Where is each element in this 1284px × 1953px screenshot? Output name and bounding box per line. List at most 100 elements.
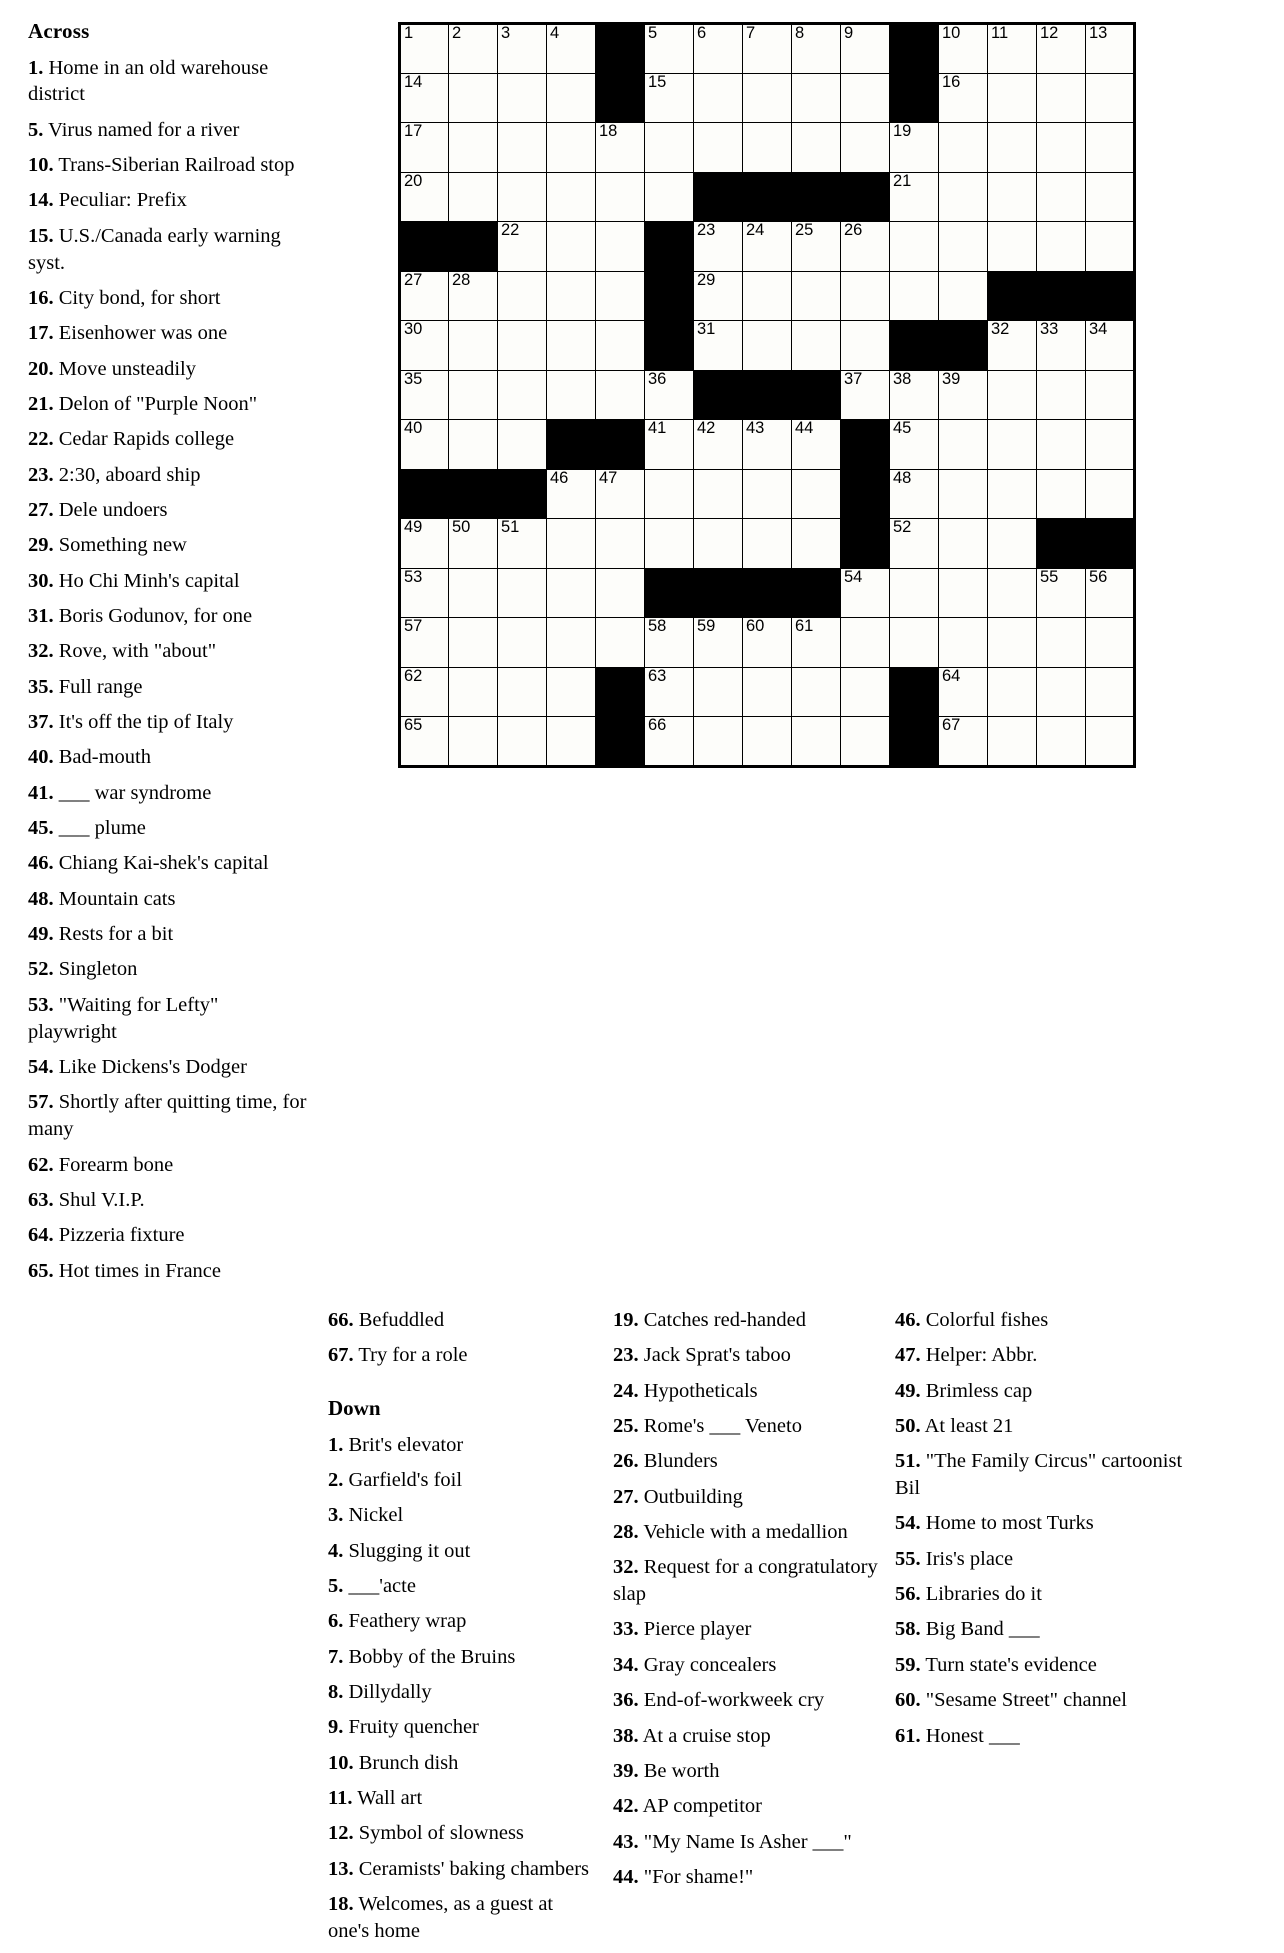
down-clue[interactable]: 36. End-of-workweek cry [613,1687,879,1714]
grid-cell[interactable] [497,419,547,470]
grid-cell[interactable] [448,72,498,123]
grid-cell[interactable]: 64 [938,666,988,717]
across-clue[interactable]: 48. Mountain cats [28,886,310,913]
grid-cell[interactable] [693,716,743,767]
grid-cell[interactable] [742,270,792,321]
grid-cell[interactable]: 12 [1036,23,1086,74]
grid-cell[interactable] [497,72,547,123]
across-clue[interactable]: 15. U.S./Canada early warning syst. [28,223,310,277]
grid-cell[interactable] [448,617,498,668]
grid-cell[interactable] [1085,221,1135,272]
down-clue[interactable]: 10. Brunch dish [328,1750,597,1777]
grid-cell[interactable] [448,567,498,618]
grid-cell[interactable] [938,221,988,272]
grid-cell[interactable] [546,369,596,420]
down-clue[interactable]: 39. Be worth [613,1758,879,1785]
across-clue[interactable]: 52. Singleton [28,956,310,983]
grid-cell[interactable] [595,518,645,569]
grid-cell[interactable]: 39 [938,369,988,420]
grid-cell[interactable] [987,716,1037,767]
grid-cell[interactable]: 56 [1085,567,1135,618]
grid-cell[interactable] [840,320,890,371]
down-clue[interactable]: 3. Nickel [328,1502,597,1529]
across-clue[interactable]: 23. 2:30, aboard ship [28,462,310,489]
grid-cell[interactable] [644,122,694,173]
down-clue[interactable]: 12. Symbol of slowness [328,1820,597,1847]
down-clue[interactable]: 47. Helper: Abbr. [895,1342,1187,1369]
grid-cell[interactable] [1085,72,1135,123]
down-clue[interactable]: 51. "The Family Circus" cartoonist Bil [895,1448,1187,1502]
grid-cell[interactable]: 35 [399,369,449,420]
grid-cell[interactable] [595,221,645,272]
grid-cell[interactable] [448,369,498,420]
grid-cell[interactable] [987,666,1037,717]
grid-cell[interactable] [1036,72,1086,123]
grid-cell[interactable]: 28 [448,270,498,321]
grid-cell[interactable] [938,171,988,222]
across-clue[interactable]: 63. Shul V.I.P. [28,1187,310,1214]
grid-cell[interactable] [1036,221,1086,272]
grid-cell[interactable] [987,221,1037,272]
grid-cell[interactable]: 54 [840,567,890,618]
grid-cell[interactable]: 30 [399,320,449,371]
across-clue[interactable]: 66. Befuddled [328,1307,597,1334]
grid-cell[interactable] [497,666,547,717]
grid-cell[interactable] [1085,468,1135,519]
down-clue[interactable]: 32. Request for a congratulatory slap [613,1554,879,1608]
grid-cell[interactable] [938,567,988,618]
grid-cell[interactable]: 52 [889,518,939,569]
across-clue[interactable]: 53. "Waiting for Lefty" playwright [28,992,310,1046]
grid-cell[interactable]: 65 [399,716,449,767]
grid-cell[interactable] [1036,468,1086,519]
grid-cell[interactable]: 27 [399,270,449,321]
grid-cell[interactable]: 3 [497,23,547,74]
across-clue[interactable]: 16. City bond, for short [28,285,310,312]
across-clue[interactable]: 62. Forearm bone [28,1152,310,1179]
grid-cell[interactable] [840,72,890,123]
grid-cell[interactable] [546,567,596,618]
grid-cell[interactable]: 15 [644,72,694,123]
grid-cell[interactable] [791,270,841,321]
grid-cell[interactable]: 41 [644,419,694,470]
grid-cell[interactable] [791,72,841,123]
grid-cell[interactable]: 7 [742,23,792,74]
grid-cell[interactable] [448,171,498,222]
grid-cell[interactable]: 6 [693,23,743,74]
grid-cell[interactable]: 33 [1036,320,1086,371]
grid-cell[interactable] [742,122,792,173]
grid-cell[interactable] [595,320,645,371]
grid-cell[interactable] [595,171,645,222]
grid-cell[interactable] [448,716,498,767]
grid-cell[interactable] [791,716,841,767]
grid-cell[interactable] [546,617,596,668]
grid-cell[interactable] [546,666,596,717]
down-clue[interactable]: 27. Outbuilding [613,1484,879,1511]
grid-cell[interactable] [546,171,596,222]
down-clue[interactable]: 55. Iris's place [895,1546,1187,1573]
grid-cell[interactable] [742,72,792,123]
grid-cell[interactable] [595,617,645,668]
grid-cell[interactable]: 32 [987,320,1037,371]
grid-cell[interactable]: 36 [644,369,694,420]
grid-cell[interactable] [1085,369,1135,420]
grid-cell[interactable] [840,122,890,173]
grid-cell[interactable] [497,369,547,420]
grid-cell[interactable] [1036,716,1086,767]
grid-cell[interactable]: 46 [546,468,596,519]
grid-cell[interactable]: 2 [448,23,498,74]
grid-cell[interactable]: 37 [840,369,890,420]
grid-cell[interactable] [987,468,1037,519]
grid-cell[interactable] [987,567,1037,618]
grid-cell[interactable] [1085,666,1135,717]
grid-cell[interactable] [497,617,547,668]
grid-cell[interactable] [1036,122,1086,173]
grid-cell[interactable] [742,666,792,717]
grid-cell[interactable] [1085,171,1135,222]
down-clue[interactable]: 11. Wall art [328,1785,597,1812]
grid-cell[interactable] [546,72,596,123]
grid-cell[interactable] [1085,122,1135,173]
across-clue[interactable]: 5. Virus named for a river [28,117,310,144]
grid-cell[interactable] [1036,617,1086,668]
down-clue[interactable]: 5. ___'acte [328,1573,597,1600]
grid-cell[interactable] [693,518,743,569]
